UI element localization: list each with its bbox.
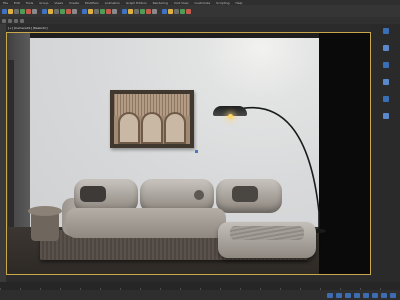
spinner-snap-icon[interactable]	[122, 8, 127, 14]
menu-tools[interactable]: Tools	[26, 1, 33, 5]
play-icon[interactable]	[327, 292, 333, 298]
named-selection-icon[interactable]	[128, 8, 133, 14]
mirror-icon[interactable]	[134, 8, 139, 14]
redo-icon[interactable]	[8, 8, 13, 14]
modify-icon[interactable]	[382, 45, 389, 51]
stop-icon[interactable]	[336, 292, 342, 298]
pivot-icon[interactable]	[94, 8, 99, 14]
render-setup-icon[interactable]	[174, 8, 179, 14]
render-frame-icon[interactable]	[180, 8, 185, 14]
select-icon[interactable]	[42, 8, 47, 14]
move-icon[interactable]	[66, 8, 71, 14]
time-config-icon[interactable]	[354, 292, 360, 298]
menu-animation[interactable]: Animation	[105, 1, 120, 5]
menu-civil-view[interactable]: Civil View	[174, 1, 188, 5]
key-icon[interactable]	[345, 292, 351, 298]
window-crossing-icon[interactable]	[60, 8, 65, 14]
material-editor-icon[interactable]	[168, 8, 173, 14]
reference-coord-icon[interactable]	[88, 8, 93, 14]
menu-group[interactable]: Group	[39, 1, 48, 5]
viewport-label[interactable]: [+] [Camera01] [Realistic]	[8, 26, 48, 30]
menu-customize[interactable]: Customize	[194, 1, 210, 5]
link-icon[interactable]	[14, 8, 19, 14]
menu-edit[interactable]: Edit	[14, 1, 20, 5]
menu-graph-editors[interactable]: Graph Editors	[126, 1, 147, 5]
motion-icon[interactable]	[382, 79, 389, 85]
curve-editor-icon[interactable]	[152, 8, 157, 14]
rotate-icon[interactable]	[72, 8, 77, 14]
status-bar	[0, 290, 400, 300]
create-icon[interactable]	[382, 28, 389, 34]
menu-modifiers[interactable]: Modifiers	[85, 1, 99, 5]
utilities-icon[interactable]	[382, 113, 389, 119]
hierarchy-icon[interactable]	[382, 62, 389, 68]
viewport-safe-frame	[6, 32, 371, 275]
camera-viewport[interactable]	[6, 32, 371, 275]
select-filter-icon[interactable]	[32, 8, 37, 14]
display-icon[interactable]	[382, 96, 389, 102]
snap-icon[interactable]	[100, 8, 105, 14]
ribbon-toolbar	[0, 17, 400, 24]
bind-icon[interactable]	[26, 8, 31, 14]
maximize-icon[interactable]	[390, 292, 396, 298]
undo-icon[interactable]	[2, 8, 7, 14]
time-slider[interactable]	[0, 282, 400, 290]
ribbon-button[interactable]	[2, 18, 6, 23]
select-by-name-icon[interactable]	[48, 8, 53, 14]
orbit-icon[interactable]	[381, 292, 387, 298]
align-icon[interactable]	[140, 8, 145, 14]
main-toolbar	[0, 5, 400, 17]
ribbon-button[interactable]	[14, 18, 18, 23]
ribbon-button[interactable]	[8, 18, 12, 23]
menu-file[interactable]: File	[3, 1, 8, 5]
pan-icon[interactable]	[372, 292, 378, 298]
unlink-icon[interactable]	[20, 8, 25, 14]
command-panel	[371, 24, 400, 282]
ribbon-button[interactable]	[20, 18, 24, 23]
scale-icon[interactable]	[82, 8, 87, 14]
angle-snap-icon[interactable]	[106, 8, 111, 14]
menu-scripting[interactable]: Scripting	[216, 1, 229, 5]
schematic-icon[interactable]	[162, 8, 167, 14]
layer-icon[interactable]	[146, 8, 151, 14]
zoom-icon[interactable]	[363, 292, 369, 298]
menu-rendering[interactable]: Rendering	[153, 1, 168, 5]
menu-views[interactable]: Views	[54, 1, 63, 5]
percent-snap-icon[interactable]	[112, 8, 117, 14]
menu-create[interactable]: Create	[69, 1, 79, 5]
render-icon[interactable]	[186, 8, 191, 14]
rect-select-icon[interactable]	[54, 8, 59, 14]
menu-help[interactable]: Help	[236, 1, 243, 5]
